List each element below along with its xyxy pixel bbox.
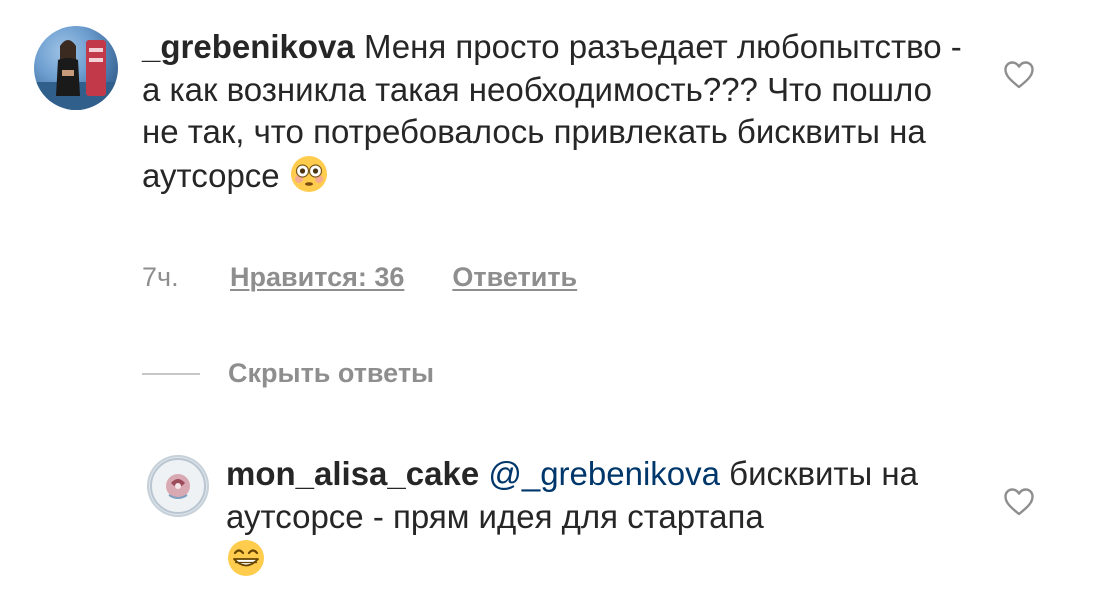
heart-outline-icon[interactable]	[1003, 60, 1035, 90]
grinning-face-emoji-icon	[226, 538, 266, 578]
heart-outline-icon[interactable]	[1003, 487, 1035, 517]
comment-timestamp: 7ч.	[142, 262, 179, 292]
avatar[interactable]	[147, 455, 209, 517]
comment-username[interactable]: _grebenikova	[142, 28, 355, 65]
avatar[interactable]	[34, 26, 118, 110]
likes-count-link[interactable]: Нравится: 36	[230, 262, 404, 293]
comment-username[interactable]: mon_alisa_cake	[226, 455, 479, 492]
hide-replies-label: Скрыть ответы	[228, 358, 435, 388]
reply-button[interactable]: Ответить	[452, 262, 577, 293]
comment-meta: 7ч. Нравится: 36 Ответить	[142, 262, 625, 293]
hide-replies-button[interactable]: Скрыть ответы	[142, 358, 434, 389]
comment-body: mon_alisa_cake @_grebenikova бисквиты на…	[226, 453, 986, 582]
flushed-face-emoji-icon	[289, 154, 329, 194]
comment-body: _grebenikova Меня просто разъедает любоп…	[142, 26, 962, 197]
divider	[142, 372, 200, 375]
mention-link[interactable]: @_grebenikova	[488, 455, 720, 492]
